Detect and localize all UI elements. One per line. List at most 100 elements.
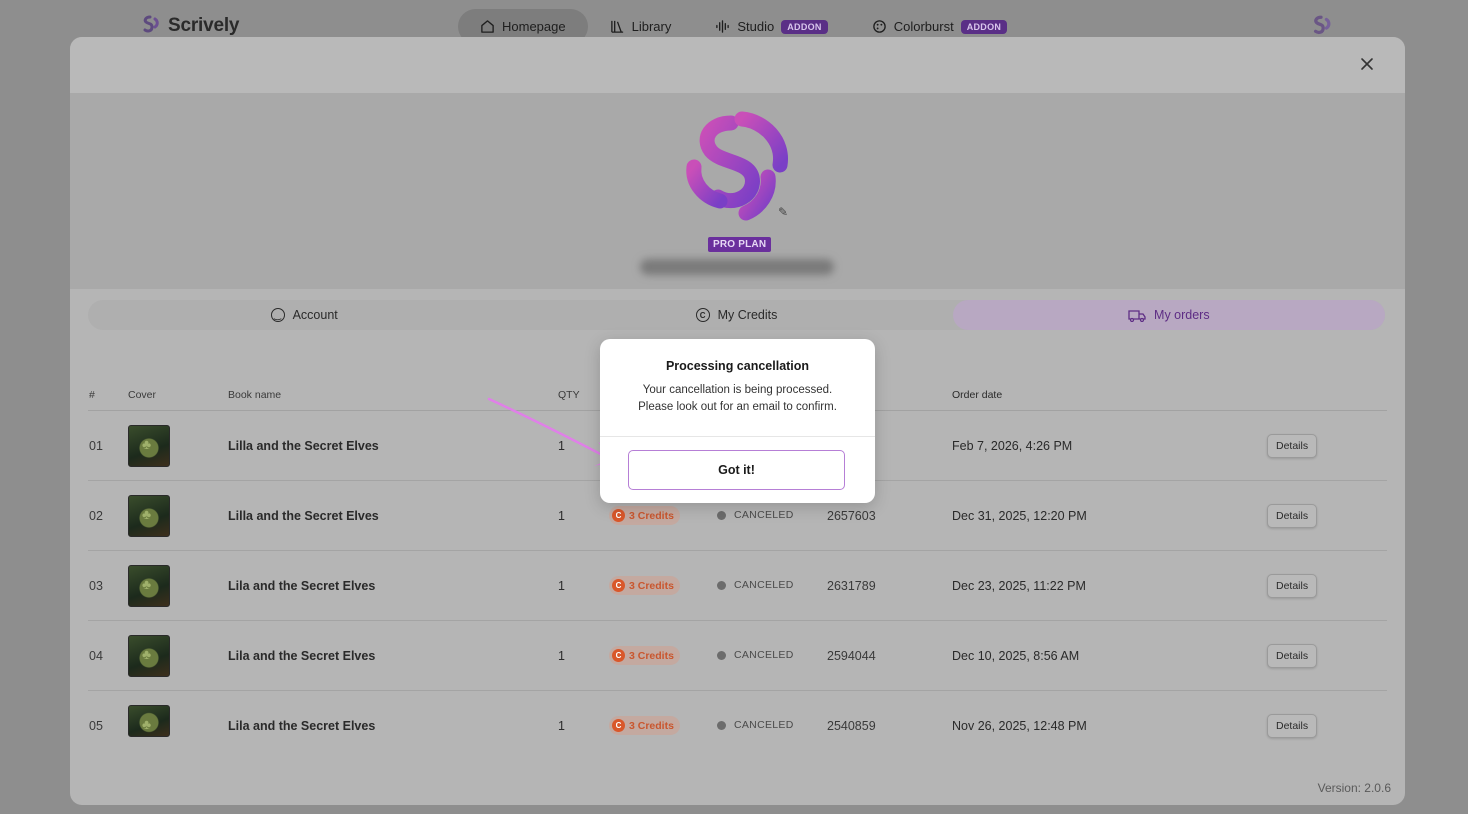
- credits-pill: C 3 Credits: [609, 716, 680, 735]
- book-name: Lila and the Secret Elves: [228, 648, 376, 663]
- got-it-button[interactable]: Got it!: [628, 450, 845, 490]
- order-id: 2540859: [827, 718, 876, 733]
- status-badge: CANCELED: [717, 509, 794, 521]
- row-num: 02: [89, 508, 103, 523]
- close-icon: [1361, 58, 1373, 70]
- credits-value: 3 Credits: [629, 719, 674, 732]
- library-icon: [610, 20, 623, 33]
- status-dot-icon: [717, 650, 726, 660]
- header-cover: Cover: [128, 389, 157, 401]
- status-badge: CANCELED: [717, 649, 794, 661]
- tree-icon: ♣: [142, 715, 152, 732]
- brand-name: Scrively: [168, 15, 240, 36]
- row-num: 05: [89, 718, 103, 733]
- status-dot-icon: [717, 510, 726, 520]
- book-cover-image: ♣: [128, 494, 170, 537]
- credits-value: 3 Credits: [629, 649, 674, 662]
- table-row[interactable]: 04 ♣ Lila and the Secret Elves 1 C 3 Cred…: [88, 621, 1387, 691]
- credit-coin-icon: C: [612, 649, 625, 662]
- qty: 1: [558, 508, 565, 523]
- tree-icon: ♣: [142, 505, 152, 522]
- tab-my-orders-label: My orders: [1154, 308, 1210, 322]
- dialog-message-line1: Your cancellation is being processed.: [642, 384, 833, 396]
- tree-icon: ♣: [142, 645, 152, 662]
- table-row[interactable]: 03 ♣ Lila and the Secret Elves 1 C 3 Cred…: [88, 551, 1387, 621]
- details-button[interactable]: Details: [1267, 713, 1318, 738]
- user-email-blurred: [640, 259, 834, 275]
- row-num: 03: [89, 578, 103, 593]
- book-cover-image: ♣: [128, 704, 170, 737]
- book-name: Lila and the Secret Elves: [228, 578, 376, 593]
- waveform-icon: [716, 20, 730, 33]
- order-id: 2657603: [827, 508, 876, 523]
- cancellation-dialog: Processing cancellation Your cancellatio…: [600, 339, 875, 503]
- tab-account-label: Account: [292, 308, 338, 322]
- nav-homepage-label: Homepage: [502, 19, 566, 34]
- tab-my-credits[interactable]: C My Credits: [520, 300, 952, 330]
- order-date: Nov 26, 2025, 12:48 PM: [952, 718, 1087, 733]
- dialog-message: Your cancellation is being processed. Pl…: [600, 382, 875, 416]
- credits-pill: C 3 Credits: [609, 576, 680, 595]
- order-id: 2631789: [827, 578, 876, 593]
- book-cover-image: ♣: [128, 634, 170, 677]
- qty: 1: [558, 578, 565, 593]
- credit-coin-icon: C: [612, 579, 625, 592]
- palette-icon: [872, 20, 886, 33]
- edit-avatar-icon[interactable]: ✎: [778, 205, 788, 219]
- home-icon: [481, 20, 494, 33]
- book-name: Lila and the Secret Elves: [228, 718, 376, 733]
- header-order-date: Order date: [952, 389, 1003, 401]
- nav-colorburst-label: Colorburst: [893, 19, 954, 34]
- credits-pill: C 3 Credits: [609, 506, 680, 525]
- credit-coin-icon: C: [612, 719, 625, 732]
- book-cover-image: ♣: [128, 424, 170, 467]
- qty: 1: [558, 648, 565, 663]
- credit-coin-icon: C: [612, 509, 625, 522]
- account-tabs: ‿ Account C My Credits My orders: [88, 300, 1385, 330]
- smile-icon: ‿: [270, 308, 285, 322]
- order-date: Feb 7, 2026, 4:26 PM: [952, 438, 1073, 453]
- credits-pill: C 3 Credits: [609, 646, 680, 665]
- dialog-title: Processing cancellation: [665, 359, 810, 373]
- order-date: Dec 10, 2025, 8:56 AM: [952, 648, 1080, 663]
- studio-addon-badge: ADDON: [781, 19, 828, 34]
- dialog-divider: [600, 436, 875, 437]
- details-button[interactable]: Details: [1267, 573, 1318, 598]
- plan-badge: PRO PLAN: [708, 237, 772, 252]
- tab-my-credits-label: My Credits: [717, 308, 778, 322]
- details-button[interactable]: Details: [1267, 503, 1318, 528]
- table-row[interactable]: 05 ♣ Lila and the Secret Elves 1 C 3 Cred…: [88, 691, 1387, 760]
- dialog-message-line2: Please look out for an email to confirm.: [638, 401, 837, 413]
- book-name: Lilla and the Secret Elves: [228, 508, 379, 523]
- scrively-logo-icon: [143, 15, 159, 33]
- status-label: CANCELED: [734, 649, 794, 661]
- profile-section: ✎ PRO PLAN: [70, 93, 1405, 289]
- status-label: CANCELED: [734, 719, 794, 731]
- brand-logo[interactable]: Scrively: [138, 14, 239, 38]
- nav-studio-label: Studio: [737, 19, 775, 34]
- version-label: Version: 2.0.6: [1317, 781, 1391, 795]
- credits-icon: C: [695, 308, 710, 322]
- order-date: Dec 31, 2025, 12:20 PM: [952, 508, 1087, 523]
- tab-my-orders[interactable]: My orders: [952, 300, 1385, 330]
- status-dot-icon: [717, 720, 726, 730]
- details-button[interactable]: Details: [1267, 433, 1318, 458]
- order-date: Dec 23, 2025, 11:22 PM: [952, 578, 1086, 593]
- tab-account[interactable]: ‿ Account: [88, 300, 520, 330]
- status-label: CANCELED: [734, 509, 794, 521]
- status-label: CANCELED: [734, 579, 794, 591]
- truck-icon: [1128, 309, 1146, 322]
- status-badge: CANCELED: [717, 579, 794, 591]
- header-num: #: [89, 389, 95, 401]
- credits-value: 3 Credits: [629, 579, 674, 592]
- tree-icon: ♣: [142, 575, 152, 592]
- colorburst-addon-badge: ADDON: [960, 19, 1008, 34]
- book-cover-image: ♣: [128, 564, 170, 607]
- row-num: 01: [89, 438, 103, 453]
- qty: 1: [558, 718, 565, 733]
- nav-library-label: Library: [631, 19, 672, 34]
- tree-icon: ♣: [142, 435, 152, 452]
- row-num: 04: [89, 648, 103, 663]
- details-button[interactable]: Details: [1267, 643, 1318, 668]
- close-button[interactable]: [1355, 52, 1379, 76]
